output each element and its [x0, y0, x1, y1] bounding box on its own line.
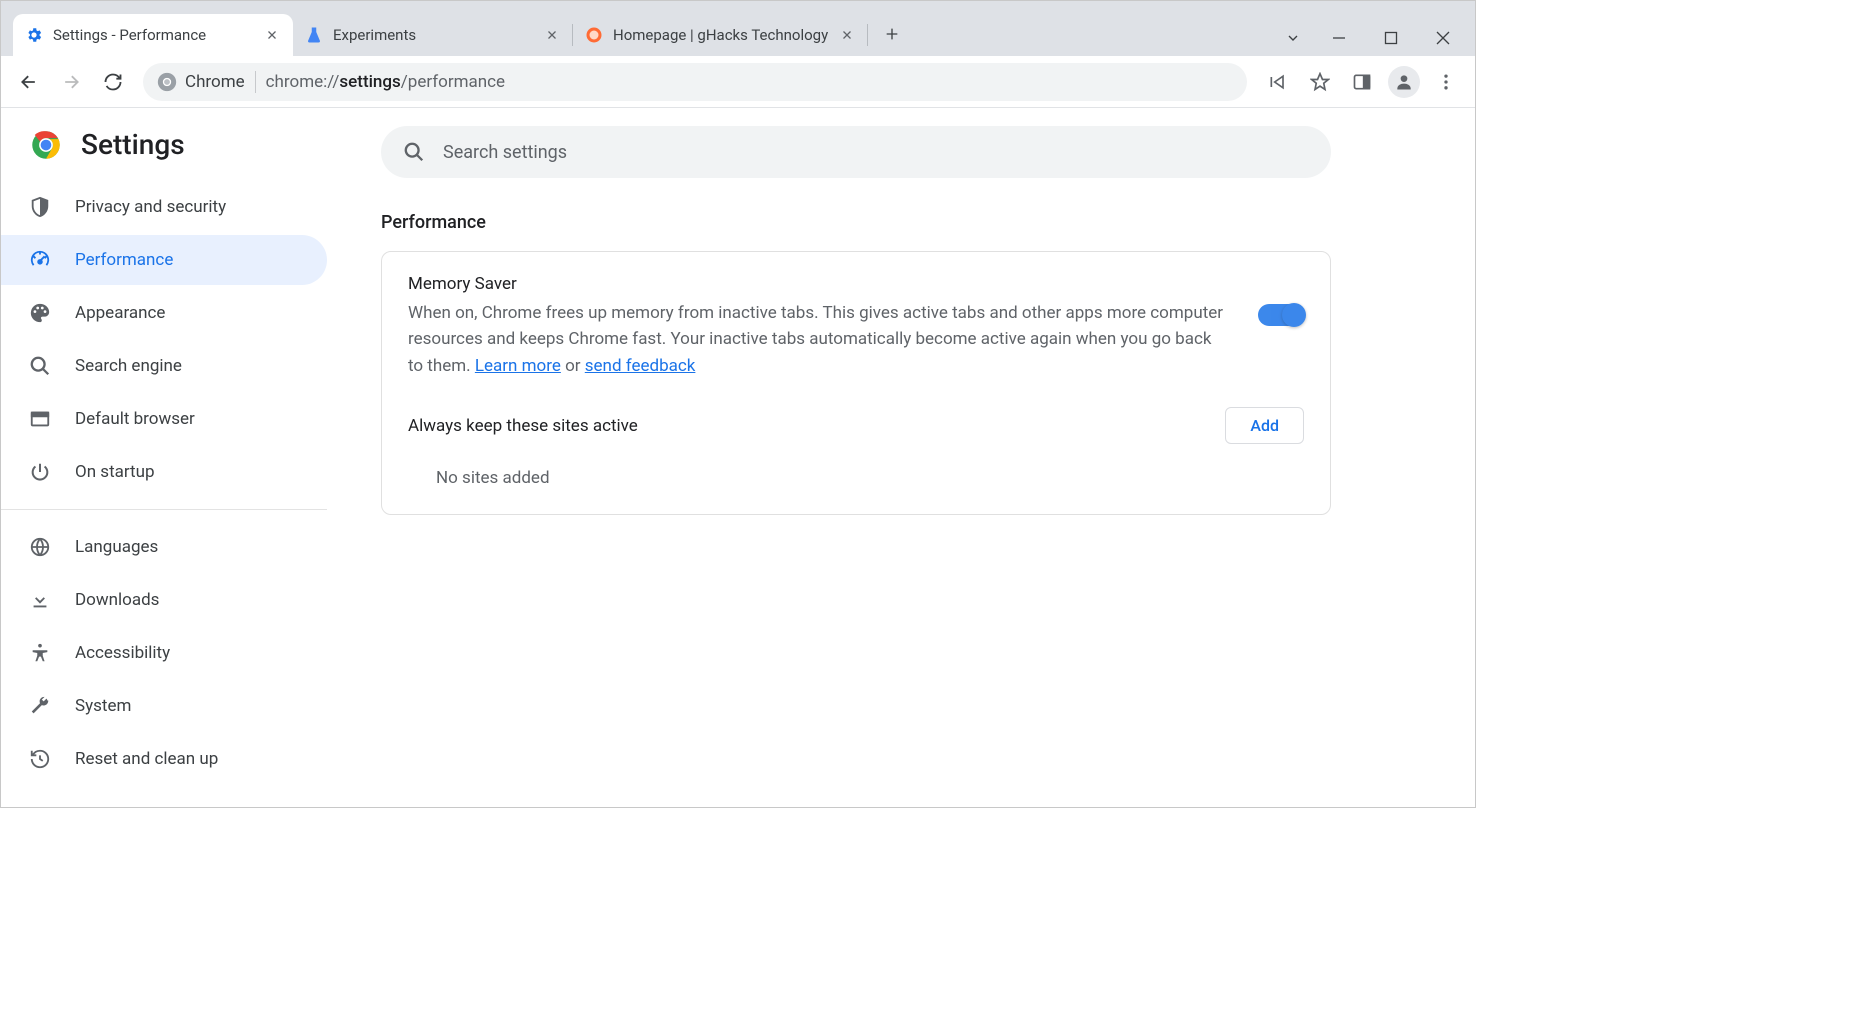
sidebar-item-label: Default browser	[75, 409, 195, 429]
window-controls	[1313, 20, 1469, 56]
back-button[interactable]	[11, 64, 47, 100]
close-icon[interactable]	[543, 26, 561, 44]
memory-saver-title: Memory Saver	[408, 274, 1228, 294]
shield-icon	[29, 196, 51, 218]
memory-saver-row: Memory Saver When on, Chrome frees up me…	[408, 274, 1304, 379]
tab-title: Homepage | gHacks Technology	[613, 26, 828, 44]
flask-icon	[305, 26, 323, 44]
section-title: Performance	[381, 212, 1435, 233]
learn-more-link[interactable]: Learn more	[475, 356, 561, 376]
divider	[255, 71, 256, 93]
always-active-title: Always keep these sites active	[408, 416, 638, 436]
profile-button[interactable]	[1385, 63, 1423, 101]
new-tab-button[interactable]	[874, 16, 910, 52]
settings-search[interactable]	[381, 126, 1331, 178]
sidebar-item-label: System	[75, 696, 131, 716]
sidebar-item-label: Privacy and security	[75, 197, 226, 217]
sidebar-item-languages[interactable]: Languages	[1, 522, 327, 572]
sidebar-item-accessibility[interactable]: Accessibility	[1, 628, 327, 678]
ghacks-icon	[585, 26, 603, 44]
sidebar-item-label: Search engine	[75, 356, 182, 376]
sidebar-item-label: Performance	[75, 250, 173, 270]
download-icon	[29, 589, 51, 611]
chrome-chip: Chrome	[157, 72, 245, 92]
globe-icon	[29, 536, 51, 558]
avatar-icon	[1388, 66, 1420, 98]
address-bar[interactable]: Chrome chrome://settings/performance	[143, 63, 1247, 101]
toolbar: Chrome chrome://settings/performance	[1, 56, 1475, 108]
sidebar-item-label: Reset and clean up	[75, 749, 218, 769]
maximize-button[interactable]	[1365, 20, 1417, 56]
close-window-button[interactable]	[1417, 20, 1469, 56]
sidebar-scroll[interactable]: Privacy and security Performance Appeara…	[1, 179, 341, 807]
close-icon[interactable]	[838, 26, 856, 44]
search-icon	[403, 141, 425, 163]
settings-search-input[interactable]	[443, 142, 1309, 163]
tab-title: Experiments	[333, 26, 533, 44]
accessibility-icon	[29, 642, 51, 664]
titlebar: Settings - Performance Experiments Homep…	[1, 1, 1475, 56]
sidebar-item-appearance[interactable]: Appearance	[1, 288, 327, 338]
chrome-icon	[157, 72, 177, 92]
memory-saver-description: When on, Chrome frees up memory from ina…	[408, 300, 1228, 379]
sidebar-item-reset[interactable]: Reset and clean up	[1, 734, 327, 784]
palette-icon	[29, 302, 51, 324]
tab-title: Settings - Performance	[53, 26, 253, 44]
close-icon[interactable]	[263, 26, 281, 44]
always-active-row: Always keep these sites active Add	[408, 407, 1304, 444]
tabstrip: Settings - Performance Experiments Homep…	[1, 1, 1273, 56]
sidebar-header: Settings	[1, 108, 341, 179]
sidebar-item-downloads[interactable]: Downloads	[1, 575, 327, 625]
toolbar-actions	[1259, 63, 1465, 101]
minimize-button[interactable]	[1313, 20, 1365, 56]
sidebar-item-label: Languages	[75, 537, 158, 557]
memory-saver-toggle[interactable]	[1258, 304, 1304, 326]
sidebar-item-label: Accessibility	[75, 643, 170, 663]
reload-button[interactable]	[95, 64, 131, 100]
no-sites-message: No sites added	[408, 468, 1304, 488]
chrome-chip-label: Chrome	[185, 72, 245, 92]
app-title: Settings	[81, 128, 185, 161]
forward-button[interactable]	[53, 64, 89, 100]
performance-card: Memory Saver When on, Chrome frees up me…	[381, 251, 1331, 515]
content-area: Settings Privacy and security Performanc…	[1, 108, 1475, 807]
sidebar-item-on-startup[interactable]: On startup	[1, 447, 327, 497]
url-text: chrome://settings/performance	[266, 72, 505, 92]
sidebar-item-label: On startup	[75, 462, 155, 482]
speed-icon	[29, 249, 51, 271]
tab-experiments[interactable]: Experiments	[293, 14, 573, 56]
side-panel-button[interactable]	[1343, 63, 1381, 101]
gear-icon	[25, 26, 43, 44]
send-feedback-link[interactable]: send feedback	[585, 356, 696, 376]
tab-ghacks[interactable]: Homepage | gHacks Technology	[573, 14, 868, 56]
sidebar-item-search-engine[interactable]: Search engine	[1, 341, 327, 391]
tab-settings-performance[interactable]: Settings - Performance	[13, 14, 293, 56]
chrome-logo-icon	[31, 130, 61, 160]
sidebar-item-privacy[interactable]: Privacy and security	[1, 182, 327, 232]
tab-search-button[interactable]	[1273, 20, 1313, 56]
sidebar-item-label: Appearance	[75, 303, 165, 323]
wrench-icon	[29, 695, 51, 717]
sidebar: Settings Privacy and security Performanc…	[1, 108, 341, 807]
sidebar-item-performance[interactable]: Performance	[1, 235, 327, 285]
search-icon	[29, 355, 51, 377]
divider	[1, 509, 327, 510]
memory-saver-text: Memory Saver When on, Chrome frees up me…	[408, 274, 1228, 379]
sidebar-item-system[interactable]: System	[1, 681, 327, 731]
add-button[interactable]: Add	[1225, 407, 1304, 444]
share-button[interactable]	[1259, 63, 1297, 101]
sidebar-item-default-browser[interactable]: Default browser	[1, 394, 327, 444]
restore-icon	[29, 748, 51, 770]
main-content: Performance Memory Saver When on, Chrome…	[341, 108, 1475, 807]
sidebar-item-label: Downloads	[75, 590, 159, 610]
browser-icon	[29, 408, 51, 430]
menu-button[interactable]	[1427, 63, 1465, 101]
power-icon	[29, 461, 51, 483]
bookmark-button[interactable]	[1301, 63, 1339, 101]
